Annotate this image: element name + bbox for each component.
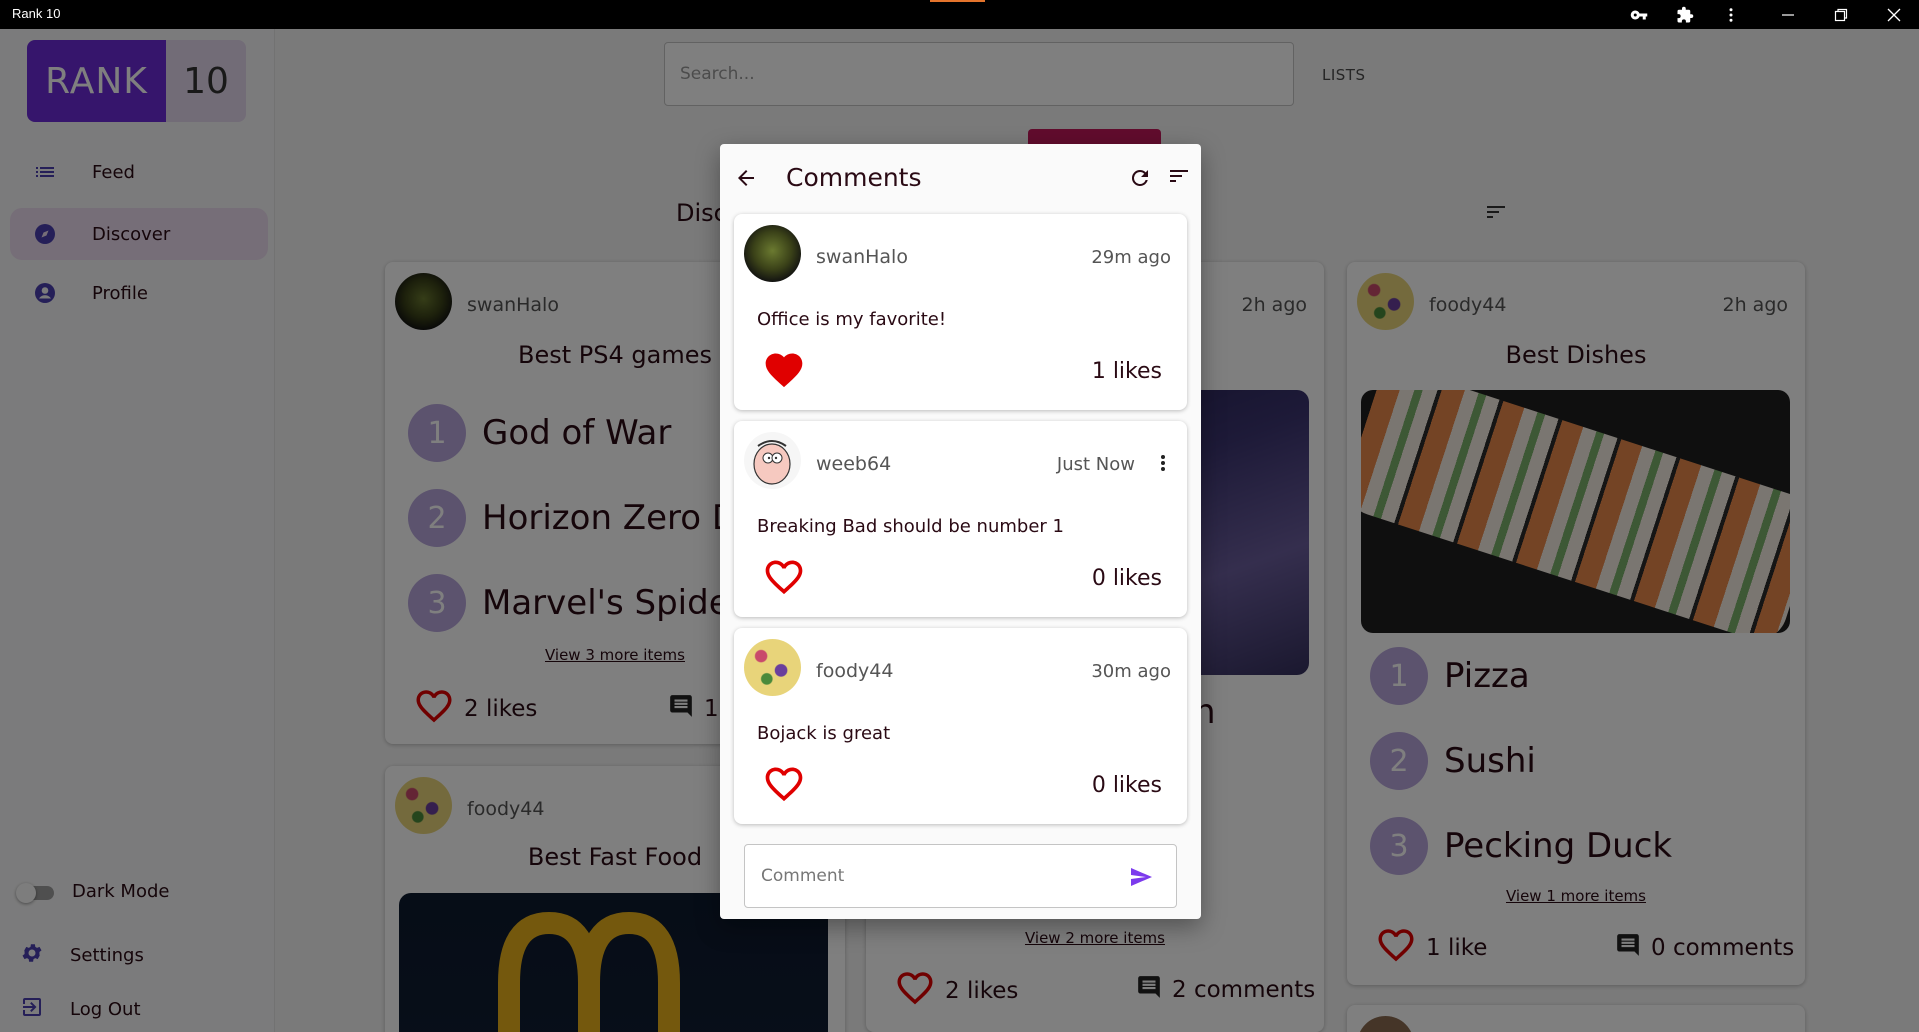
comment-username: weeb64	[816, 453, 892, 475]
comment-placeholder: Comment	[761, 866, 845, 886]
comment-input[interactable]: Comment	[744, 844, 1177, 908]
dialog-title: Comments	[786, 163, 922, 192]
comments-dialog: Comments swanHalo 29m ago Office is my f…	[720, 144, 1201, 919]
minimize-icon[interactable]	[1777, 4, 1799, 26]
comment-card: foody44 30m ago Bojack is great 0 likes	[734, 628, 1187, 824]
comment-likes: 1 likes	[1091, 359, 1162, 384]
more-vert-icon[interactable]	[1151, 451, 1175, 479]
heart-filled-icon[interactable]	[762, 348, 806, 396]
avatar	[744, 432, 801, 489]
heart-outline-icon[interactable]	[762, 555, 806, 603]
window-title: Rank 10	[12, 6, 61, 21]
comment-likes: 0 likes	[1091, 566, 1162, 591]
key-icon[interactable]	[1628, 4, 1650, 26]
comment-card: weeb64 Just Now Breaking Bad should be n…	[734, 421, 1187, 617]
comment-text: Office is my favorite!	[757, 309, 947, 330]
back-arrow-icon[interactable]	[734, 166, 758, 194]
window-titlebar: Rank 10	[0, 0, 1919, 29]
avatar	[744, 225, 801, 282]
heart-outline-icon[interactable]	[762, 762, 806, 810]
comment-text: Bojack is great	[757, 723, 891, 744]
titlebar-accent	[930, 0, 985, 2]
comment-time: 30m ago	[1091, 661, 1171, 682]
avatar	[744, 639, 801, 696]
comment-text: Breaking Bad should be number 1	[757, 516, 1064, 537]
comment-card: swanHalo 29m ago Office is my favorite! …	[734, 214, 1187, 410]
comment-likes: 0 likes	[1091, 773, 1162, 798]
comment-time: 29m ago	[1091, 247, 1171, 268]
comment-username: foody44	[816, 660, 894, 682]
refresh-icon[interactable]	[1128, 166, 1152, 194]
restore-icon[interactable]	[1830, 4, 1852, 26]
comment-time: Just Now	[1056, 454, 1135, 475]
extension-icon[interactable]	[1674, 4, 1696, 26]
more-vert-icon[interactable]	[1720, 4, 1742, 26]
send-icon[interactable]	[1128, 865, 1154, 894]
dialog-header: Comments	[720, 144, 1201, 210]
close-icon[interactable]	[1883, 4, 1905, 26]
comment-username: swanHalo	[816, 246, 908, 268]
sort-icon[interactable]	[1167, 164, 1191, 192]
